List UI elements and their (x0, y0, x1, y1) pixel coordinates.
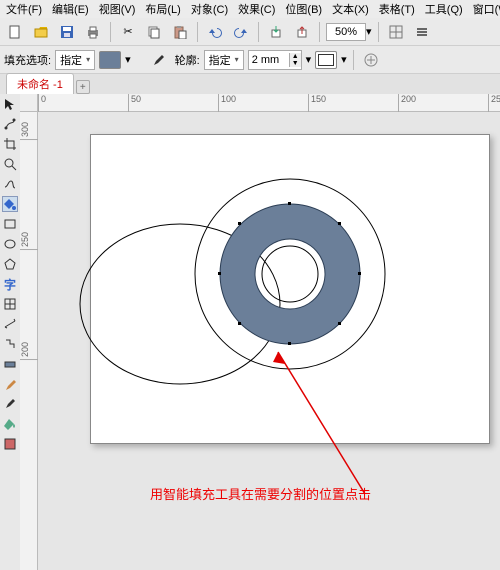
new-button[interactable] (4, 21, 26, 43)
zoom-input[interactable] (326, 23, 366, 41)
freehand-tool[interactable] (2, 176, 18, 192)
interactive-fill-tool[interactable] (2, 436, 18, 452)
export-button[interactable] (291, 21, 313, 43)
crop-tool[interactable] (2, 136, 18, 152)
outline-tool[interactable] (2, 396, 18, 412)
new-tab-button[interactable]: + (76, 80, 90, 94)
separator (197, 22, 198, 42)
chevron-down-icon[interactable]: ▾ (306, 53, 312, 66)
outline-pen-icon[interactable] (149, 49, 171, 71)
fill-color-swatch[interactable] (99, 51, 121, 69)
snap-button[interactable] (385, 21, 407, 43)
eyedropper-tool[interactable] (2, 376, 18, 392)
annotation-text: 用智能填充工具在需要分割的位置点击 (150, 484, 371, 503)
plus-icon: + (80, 82, 86, 93)
property-bar: 填充选项: 指定 ▾ ▾ 轮廓: 指定 ▾ ▲▼ ▾ ▾ (0, 46, 500, 74)
rectangle-tool[interactable] (2, 216, 18, 232)
zoom-tool[interactable] (2, 156, 18, 172)
menu-text[interactable]: 文本(X) (332, 1, 369, 17)
print-button[interactable] (82, 21, 104, 43)
copy-button[interactable] (143, 21, 165, 43)
cut-button[interactable]: ✂ (117, 21, 139, 43)
document-tab-bar: 未命名 -1 + (0, 74, 500, 94)
separator (319, 22, 320, 42)
redo-button[interactable] (230, 21, 252, 43)
outline-mode-value: 指定 (209, 52, 231, 68)
chevron-down-icon: ▾ (86, 55, 90, 64)
menu-layout[interactable]: 布局(L) (145, 1, 180, 17)
menu-bitmap[interactable]: 位图(B) (285, 1, 322, 17)
dimension-tool[interactable] (2, 316, 18, 332)
connector-tool[interactable] (2, 336, 18, 352)
menu-effect[interactable]: 效果(C) (238, 1, 275, 17)
fill-tool[interactable] (2, 416, 18, 432)
spin-up-icon[interactable]: ▲ (289, 53, 301, 60)
interactive-tool[interactable] (2, 356, 18, 372)
menu-tool[interactable]: 工具(Q) (425, 1, 463, 17)
canvas[interactable]: 0 50 100 150 200 250 300 250 200 (20, 94, 500, 570)
add-button[interactable] (360, 49, 382, 71)
chevron-down-icon[interactable]: ▾ (125, 53, 131, 66)
chevron-down-icon: ▾ (235, 55, 239, 64)
options-button[interactable] (411, 21, 433, 43)
toolbox: 字 (0, 94, 20, 570)
paste-button[interactable] (169, 21, 191, 43)
menu-view[interactable]: 视图(V) (99, 1, 136, 17)
save-button[interactable] (56, 21, 78, 43)
import-button[interactable] (265, 21, 287, 43)
tab-title: 未命名 -1 (17, 79, 63, 91)
separator (110, 22, 111, 42)
outline-mode-combo[interactable]: 指定 ▾ (204, 50, 244, 70)
text-tool[interactable]: 字 (2, 276, 18, 292)
menu-window[interactable]: 窗口(W) (473, 1, 500, 17)
pick-tool[interactable] (2, 96, 18, 112)
zoom-combo[interactable]: ▾ (326, 23, 372, 41)
fill-mode-combo[interactable]: 指定 ▾ (55, 50, 95, 70)
chevron-down-icon[interactable]: ▾ (341, 53, 347, 66)
undo-button[interactable] (204, 21, 226, 43)
open-button[interactable] (30, 21, 52, 43)
menu-object[interactable]: 对象(C) (191, 1, 228, 17)
menu-file[interactable]: 文件(F) (6, 1, 42, 17)
separator (258, 22, 259, 42)
stroke-width-spinner[interactable]: ▲▼ (248, 50, 302, 70)
menu-table[interactable]: 表格(T) (379, 1, 415, 17)
standard-toolbar: ✂ ▾ (0, 18, 500, 46)
menu-bar: 文件(F) 编辑(E) 视图(V) 布局(L) 对象(C) 效果(C) 位图(B… (0, 0, 500, 18)
smart-fill-tool[interactable] (2, 196, 18, 212)
shape-tool[interactable] (2, 116, 18, 132)
fill-options-label: 填充选项: (4, 52, 51, 68)
chevron-down-icon: ▾ (366, 25, 372, 38)
separator (378, 22, 379, 42)
separator (353, 50, 354, 70)
menu-edit[interactable]: 编辑(E) (52, 1, 89, 17)
polygon-tool[interactable] (2, 256, 18, 272)
ellipse-tool[interactable] (2, 236, 18, 252)
document-tab[interactable]: 未命名 -1 (6, 73, 74, 94)
stroke-width-input[interactable] (249, 54, 289, 66)
cut-icon: ✂ (123, 25, 132, 38)
outline-color-swatch[interactable] (315, 51, 337, 69)
table-tool[interactable] (2, 296, 18, 312)
spin-down-icon[interactable]: ▼ (289, 60, 301, 67)
work-area: 字 0 50 100 150 200 250 300 250 200 (0, 94, 500, 570)
outline-label: 轮廓: (175, 52, 200, 68)
fill-mode-value: 指定 (60, 52, 82, 68)
